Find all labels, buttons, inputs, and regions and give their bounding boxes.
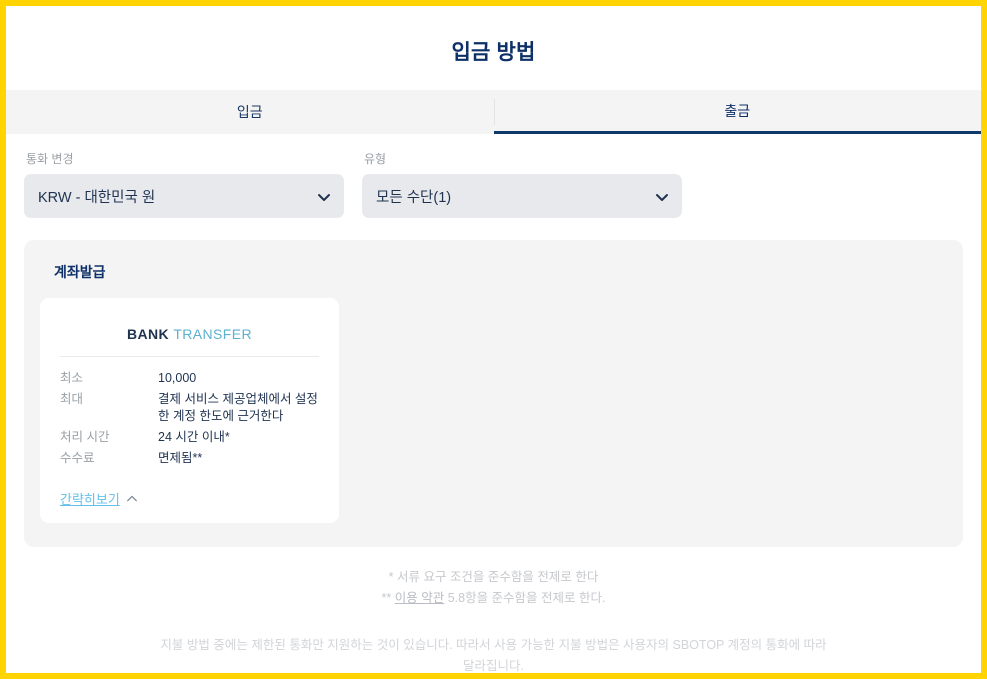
detail-label-processing-time: 처리 시간 [60,429,110,444]
footnote-documents: * 서류 요구 조건을 준수함을 전제로 한다 [388,570,599,585]
tab-deposit[interactable]: 입금 [6,90,494,134]
tab-withdrawal-label: 출금 [724,102,751,119]
tab-deposit-label: 입금 [236,104,263,120]
detail-value-processing-time: 24 시간 이내* [158,429,230,444]
payment-methods-panel: 계좌발급 BANK TRANSFER 최소 10,000 최대 결제 서비스 제… [24,240,963,548]
filter-bar: 통화 변경 KRW - 대한민국 원 유형 모든 수단(1) [6,134,981,218]
app-window: 입금 방법 입금 출금 통화 변경 KRW - 대한민국 원 유형 모든 수단(… [0,0,987,679]
currency-select-value: KRW - 대한민국 원 [38,189,156,206]
footnote-terms: ** 이용 약관 5.8항을 준수함을 전제로 한다. [6,588,981,609]
currency-field: 통화 변경 KRW - 대한민국 원 [24,150,344,218]
type-select[interactable]: 모든 수단(1) [362,174,682,218]
footnote-terms-suffix: 5.8항을 준수함을 전제로 한다. [444,591,606,605]
detail-row: 처리 시간 24 시간 이내* [60,428,319,449]
currency-availability-note: 지불 방법 중에는 제한된 통화만 지원하는 것이 있습니다. 따라서 사용 가… [160,637,827,673]
brand-secondary-text: TRANSFER [173,326,252,342]
panel-title: 계좌발급 [54,264,106,280]
detail-value-min: 10,000 [158,371,197,385]
detail-label-fee: 수수료 [60,450,95,465]
footnote-terms-prefix: ** [381,591,395,605]
detail-label-max: 최대 [60,391,84,406]
page-title: 입금 방법 [451,41,536,64]
tab-bar: 입금 출금 [6,90,981,134]
page-content: 입금 방법 입금 출금 통화 변경 KRW - 대한민국 원 유형 모든 수단(… [6,6,981,673]
show-less-label: 간략히보기 [60,492,120,508]
detail-value-max: 결제 서비스 제공업체에서 설정한 계정 한도에 근거한다 [158,391,318,423]
terms-and-conditions-link[interactable]: 이용 약관 [395,591,444,605]
payment-method-details: 최소 10,000 최대 결제 서비스 제공업체에서 설정한 계정 한도에 근거… [60,369,319,469]
type-label: 유형 [364,152,387,166]
currency-label: 통화 변경 [26,152,74,166]
footnotes: * 서류 요구 조건을 준수함을 전제로 한다 ** 이용 약관 5.8항을 준… [6,567,981,608]
brand-primary-text: BANK [127,326,170,342]
detail-row: 최소 10,000 [60,369,319,390]
chevron-down-icon [316,189,330,203]
show-less-link[interactable]: 간략히보기 [60,489,138,508]
card-divider [60,356,319,357]
detail-row: 최대 결제 서비스 제공업체에서 설정한 계정 한도에 근거한다 [60,390,319,428]
tab-withdrawal[interactable]: 출금 [493,90,981,134]
chevron-down-icon [654,189,668,203]
bank-transfer-logo: BANK TRANSFER [60,314,319,356]
payment-method-card[interactable]: BANK TRANSFER 최소 10,000 최대 결제 서비스 제공업체에서… [40,298,339,524]
detail-label-min: 최소 [60,371,84,385]
chevron-up-icon [126,493,138,505]
type-select-value: 모든 수단(1) [376,189,452,206]
type-field: 유형 모든 수단(1) [362,150,682,218]
payment-method-list: BANK TRANSFER 최소 10,000 최대 결제 서비스 제공업체에서… [40,298,947,524]
detail-row: 수수료 면제됨** [60,449,319,470]
detail-value-fee: 면제됨** [158,450,203,465]
currency-select[interactable]: KRW - 대한민국 원 [24,174,344,218]
